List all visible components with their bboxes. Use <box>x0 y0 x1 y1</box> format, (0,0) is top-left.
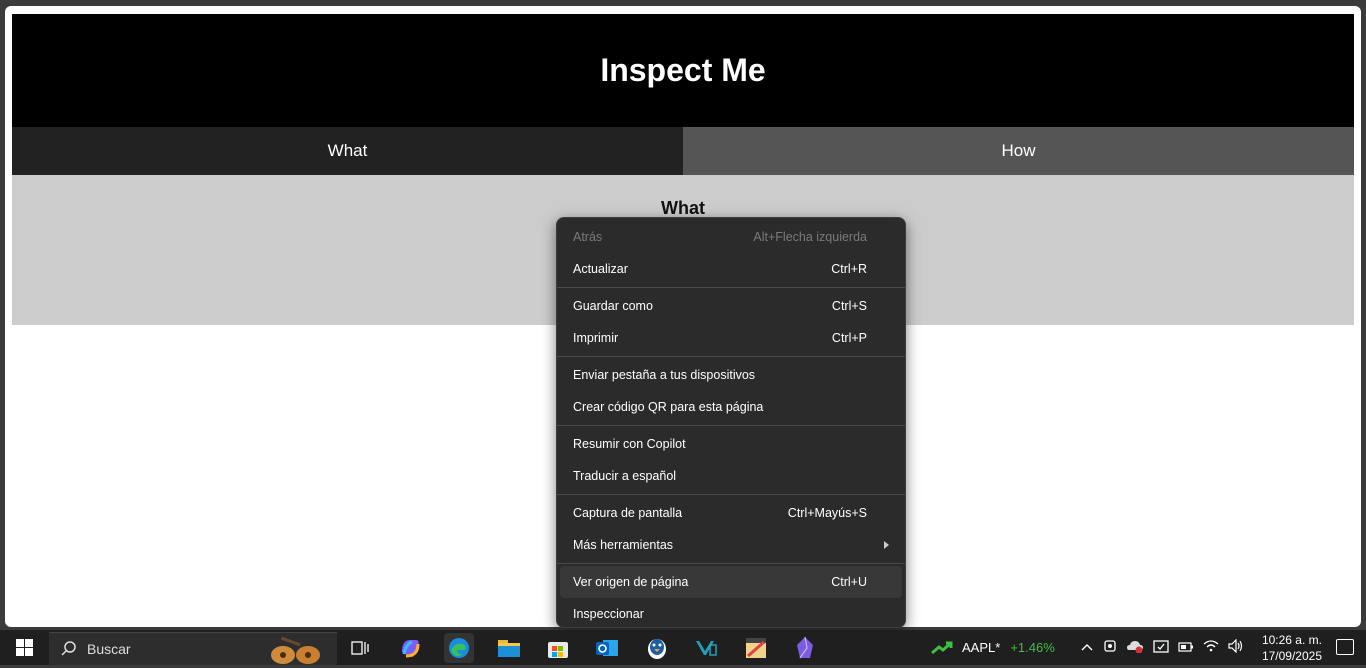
stock-ticker: AAPL* <box>962 640 1001 655</box>
trend-up-icon <box>931 641 953 654</box>
menu-item-label: Actualizar <box>573 262 628 276</box>
file-explorer-icon[interactable] <box>494 633 524 663</box>
menu-separator <box>557 563 905 564</box>
menu-item-reload[interactable]: Actualizar Ctrl+R <box>560 253 902 285</box>
system-tray <box>1080 630 1244 665</box>
menu-item-more-tools[interactable]: Más herramientas <box>560 529 902 561</box>
store-icon[interactable] <box>543 633 573 663</box>
chevron-right-icon <box>884 541 889 549</box>
battery-icon[interactable] <box>1178 640 1194 655</box>
tab-what[interactable]: What <box>12 127 683 175</box>
menu-item-label: Resumir con Copilot <box>573 437 686 451</box>
menu-item-shortcut: Ctrl+P <box>831 331 867 345</box>
menu-item-label: Captura de pantalla <box>573 506 683 520</box>
menu-item-label: Ver origen de página <box>573 575 689 589</box>
taskbar: Buscar AAPL* +1.46% 10:26 a. m. 17/09/20… <box>0 630 1366 665</box>
edge-icon[interactable] <box>444 633 474 663</box>
git-bash-icon[interactable] <box>741 633 771 663</box>
security-icon[interactable] <box>1153 638 1169 657</box>
menu-item-label: Más herramientas <box>573 538 674 552</box>
menu-item-save-as[interactable]: Guardar como Ctrl+S <box>560 290 902 322</box>
section-heading: What <box>661 198 705 218</box>
menu-item-shortcut: Ctrl+Mayús+S <box>787 506 867 520</box>
visual-studio-icon[interactable] <box>691 633 721 663</box>
menu-item-send-tab[interactable]: Enviar pestaña a tus dispositivos <box>560 359 902 391</box>
page-header: Inspect Me <box>12 14 1354 127</box>
menu-item-translate[interactable]: Traducir a español <box>560 460 902 492</box>
task-view-icon[interactable] <box>345 633 375 663</box>
menu-separator <box>557 425 905 426</box>
menu-item-shortcut: Ctrl+S <box>831 299 867 313</box>
notification-icon[interactable] <box>1336 639 1354 655</box>
menu-separator <box>557 494 905 495</box>
page-title: Inspect Me <box>600 52 766 88</box>
meet-now-icon[interactable] <box>1103 638 1117 657</box>
onedrive-icon[interactable] <box>1126 639 1144 656</box>
menu-item-shortcut: Ctrl+R <box>831 262 867 276</box>
wifi-icon[interactable] <box>1203 639 1219 656</box>
clock-date: 17/09/2025 <box>1261 649 1322 663</box>
clock[interactable]: 10:26 a. m. 17/09/2025 <box>1262 632 1322 664</box>
tab-bar: What How <box>12 127 1354 175</box>
tab-how[interactable]: How <box>683 127 1354 175</box>
volume-icon[interactable] <box>1228 638 1244 656</box>
menu-item-label: Traducir a español <box>573 469 677 483</box>
menu-item-label: Imprimir <box>573 331 619 345</box>
menu-item-shortcut: Alt+Flecha izquierda <box>753 230 867 244</box>
copilot-icon[interactable] <box>395 633 425 663</box>
menu-item-label: Guardar como <box>573 299 653 313</box>
menu-item-print[interactable]: Imprimir Ctrl+P <box>560 322 902 354</box>
taskbar-search-box[interactable]: Buscar <box>49 632 337 665</box>
menu-item-back[interactable]: Atrás Alt+Flecha izquierda <box>560 221 902 253</box>
menu-item-label: Atrás <box>573 230 603 244</box>
windows-start-icon[interactable] <box>0 630 48 665</box>
menu-separator <box>557 356 905 357</box>
stock-widget[interactable]: AAPL* +1.46% <box>931 630 1055 665</box>
search-icon <box>61 640 77 659</box>
menu-item-qr-code[interactable]: Crear código QR para esta página <box>560 391 902 423</box>
stock-change: +1.46% <box>1010 640 1055 655</box>
menu-item-label: Enviar pestaña a tus dispositivos <box>573 368 756 382</box>
menu-item-label: Crear código QR para esta página <box>573 400 764 414</box>
menu-item-inspect[interactable]: Inspeccionar <box>560 598 902 630</box>
context-menu: Atrás Alt+Flecha izquierda Actualizar Ctrl… <box>556 217 906 628</box>
obsidian-icon[interactable] <box>790 633 820 663</box>
menu-separator <box>557 287 905 288</box>
outlook-icon[interactable] <box>592 633 622 663</box>
menu-item-view-source[interactable]: Ver origen de página Ctrl+U <box>560 566 902 598</box>
clock-time: 10:26 a. m. <box>1261 633 1322 647</box>
guitar-decoration-icon <box>261 635 331 665</box>
menu-item-shortcut: Ctrl+U <box>831 575 867 589</box>
penguin-app-icon[interactable] <box>642 633 672 663</box>
menu-item-summarize-copilot[interactable]: Resumir con Copilot <box>560 428 902 460</box>
menu-item-screenshot[interactable]: Captura de pantalla Ctrl+Mayús+S <box>560 497 902 529</box>
search-placeholder: Buscar <box>87 641 131 657</box>
chevron-up-icon[interactable] <box>1080 640 1094 655</box>
menu-item-label: Inspeccionar <box>573 607 644 621</box>
